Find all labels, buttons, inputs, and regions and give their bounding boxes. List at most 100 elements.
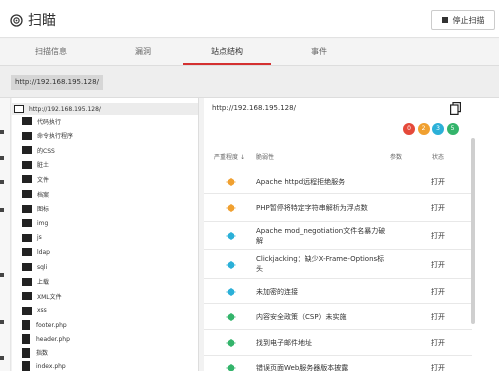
vulnerability-status: 打开	[431, 204, 445, 212]
tab-scan-info[interactable]: 扫描信息	[18, 39, 84, 65]
tree-folder[interactable]: 的CSS	[22, 144, 55, 156]
tree-folder-label: XML文件	[37, 293, 62, 301]
tree-file[interactable]: footer.php	[22, 319, 67, 331]
vulnerability-status: 打开	[431, 260, 445, 269]
folder-icon	[22, 131, 32, 140]
folder-icon	[22, 175, 32, 184]
tree-file[interactable]: header.php	[22, 333, 70, 345]
tree-folder-label: 脏土	[37, 162, 50, 170]
col-severity[interactable]: 严重程度 ↓	[214, 152, 245, 161]
tree-folder[interactable]: 上载	[22, 276, 49, 288]
vulnerability-row[interactable]: 错误页面Web服务器版本披露 打开	[204, 356, 472, 371]
vulnerability-row[interactable]: 内容安全政策（CSP）未实施 打开	[204, 304, 472, 330]
vulnerability-name: Clickjacking：缺少X-Frame-Options标头	[256, 255, 385, 273]
tree-folder-label: js	[37, 234, 42, 242]
tree-folder-label: 命令执行程序	[37, 133, 74, 141]
vulnerability-row[interactable]: PHP暂停将特定字符串解析为浮点数 打开	[204, 194, 472, 222]
col-status: 状态	[432, 154, 445, 161]
copy-icon[interactable]	[450, 102, 461, 115]
file-icon	[22, 361, 30, 371]
folder-icon	[22, 219, 32, 228]
vulnerability-status: 打开	[431, 313, 445, 321]
tree-file-label: header.php	[36, 335, 70, 343]
panel-marker	[0, 356, 4, 360]
severity-count-badge: 2	[417, 123, 430, 135]
vulnerability-name: 错误页面Web服务器版本披露	[256, 364, 349, 371]
stop-icon	[441, 17, 448, 23]
stop-scan-button[interactable]: 停止扫描	[431, 10, 495, 30]
tree-folder-label: sqli	[37, 263, 48, 271]
tree-root[interactable]: http://192.168.195.128/	[14, 103, 101, 115]
tree-folder-label: img	[37, 219, 49, 227]
folder-icon	[22, 233, 32, 242]
tree-folder-label: 代码执行	[37, 118, 62, 126]
tree-folder-label: 的CSS	[37, 147, 55, 155]
tree-folder[interactable]: 文件	[22, 173, 49, 185]
panel-marker	[0, 130, 4, 134]
tree-folder-label: ldap	[37, 248, 50, 256]
scan-icon	[10, 13, 23, 27]
scan-window: 扫瞄 停止扫描 扫描信息 漏洞 站点结构 事件 http://192.168.1…	[0, 0, 499, 371]
tree-folder[interactable]: ldap	[22, 246, 50, 258]
panel-marker	[0, 273, 4, 277]
tree-folder[interactable]: 图标	[22, 203, 49, 215]
vulnerability-row[interactable]: Clickjacking：缺少X-Frame-Options标头 打开	[204, 250, 472, 279]
vulnerability-name: 内容安全政策（CSP）未实施	[256, 313, 347, 321]
tree-folder[interactable]: 脏土	[22, 159, 49, 171]
folder-open-icon	[14, 105, 24, 113]
folder-icon	[22, 263, 32, 271]
vulnerability-name: Apache httpd远程拒绝服务	[256, 178, 346, 186]
tree-folder-label: 档案	[37, 191, 50, 199]
col-parameters: 参数	[390, 154, 403, 161]
tree-file[interactable]: index.php	[22, 360, 66, 371]
bug-icon	[226, 204, 236, 212]
tree-folder[interactable]: js	[22, 232, 42, 244]
vulnerability-row[interactable]: 未加密的连接 打开	[204, 279, 472, 304]
tree-folder-label: 上载	[37, 279, 50, 287]
col-severity-label: 严重程度	[214, 154, 239, 161]
severity-count-badge: 5	[446, 123, 459, 135]
bug-icon	[226, 232, 236, 240]
file-icon	[22, 347, 30, 358]
vulnerability-name: Apache mod_negotiation文件名暴力破解	[256, 227, 386, 245]
tree-folder[interactable]: 档案	[22, 188, 49, 200]
target-url-tag[interactable]: http://192.168.195.128/	[11, 75, 103, 90]
folder-icon	[22, 117, 32, 125]
folder-icon	[22, 160, 32, 169]
panel-marker	[0, 320, 4, 324]
tab-vulnerabilities[interactable]: 漏洞	[110, 39, 176, 65]
folder-icon	[22, 204, 32, 213]
tree-folder[interactable]: 代码执行	[22, 115, 61, 127]
vulnerability-row[interactable]: Apache mod_negotiation文件名暴力破解 打开	[204, 222, 472, 250]
site-tree: http://192.168.195.128/ 代码执行命令执行程序 的CSS 脏土…	[12, 98, 199, 371]
folder-icon	[22, 248, 32, 257]
vulnerability-row[interactable]: 找到电子邮件地址 打开	[204, 330, 472, 356]
tree-folder[interactable]: img	[22, 217, 48, 229]
tab-events[interactable]: 事件	[286, 39, 352, 65]
tree-folder[interactable]: sqli	[22, 261, 47, 273]
page-title: 扫瞄	[10, 10, 56, 30]
folder-icon	[22, 190, 32, 198]
panel-marker	[0, 208, 4, 212]
tree-file[interactable]: 指数	[22, 347, 48, 359]
tree-file-label: 指数	[36, 350, 49, 358]
vulnerability-status: 打开	[431, 339, 445, 347]
scrollbar[interactable]	[471, 138, 475, 324]
tree-file-label: footer.php	[36, 321, 67, 329]
bug-icon	[226, 339, 236, 347]
col-vulnerability: 脆弱性	[256, 154, 275, 161]
folder-icon	[22, 146, 32, 155]
tree-folder[interactable]: XML文件	[22, 290, 62, 302]
bug-icon	[226, 313, 236, 321]
vulnerability-name: 找到电子邮件地址	[256, 339, 312, 347]
folder-icon	[22, 292, 32, 301]
tree-folder[interactable]: 命令执行程序	[22, 130, 73, 142]
severity-count-badge: 0	[403, 123, 415, 135]
tree-folder[interactable]: xss	[22, 305, 47, 317]
stop-scan-label: 停止扫描	[452, 15, 485, 25]
page-title-text: 扫瞄	[28, 13, 56, 29]
folder-icon	[22, 277, 32, 286]
tab-site-structure[interactable]: 站点结构	[183, 39, 271, 65]
vulnerability-row[interactable]: Apache httpd远程拒绝服务 打开	[204, 170, 472, 194]
detail-panel: http://192.168.195.128/ 0235 严重程度 ↓ 脆弱性 …	[204, 98, 499, 371]
